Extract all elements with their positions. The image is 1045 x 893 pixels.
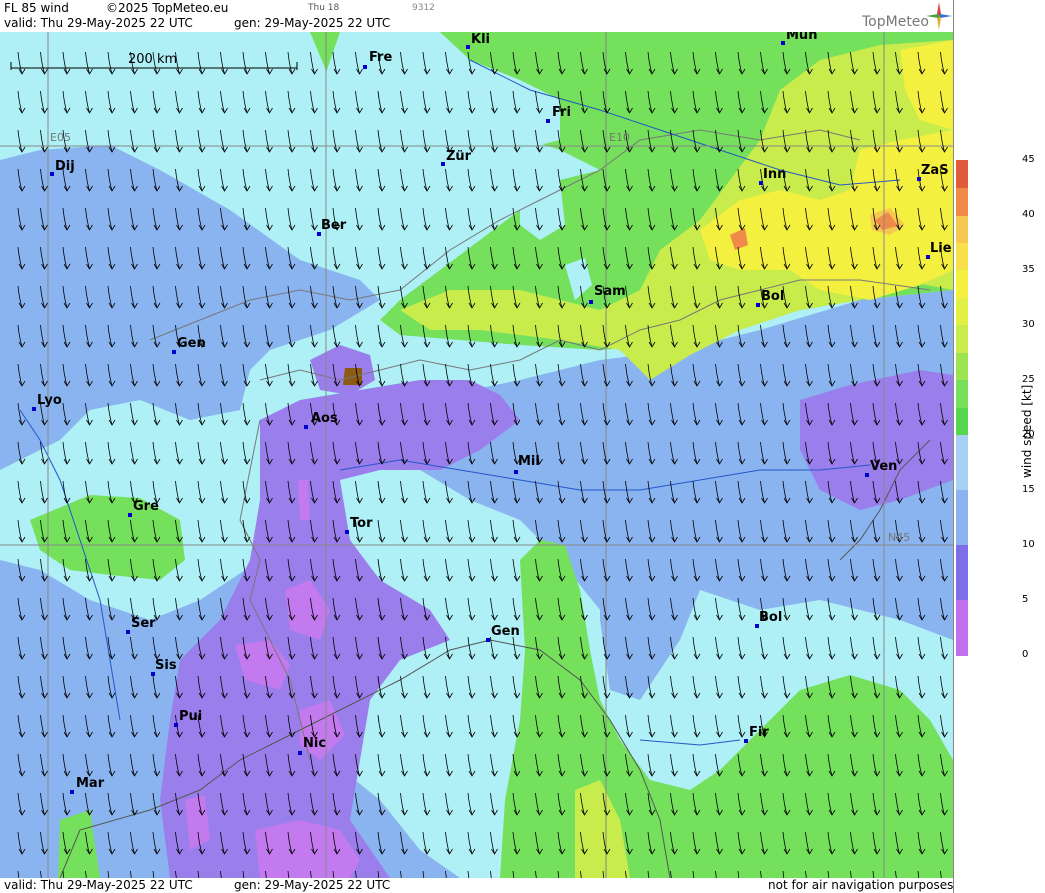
city-label[interactable]: Tor <box>350 516 372 531</box>
footer-generated-time: gen: 29-May-2025 22 UTC <box>234 878 391 892</box>
city-dot <box>174 723 178 727</box>
city-label[interactable]: Dij <box>55 159 75 174</box>
city-dot <box>781 41 785 45</box>
city-label[interactable]: Ven <box>870 459 897 474</box>
city-label[interactable]: Ber <box>321 218 346 233</box>
city-label[interactable]: Mar <box>76 776 104 791</box>
run-label: Thu 18 <box>308 3 340 13</box>
city-label[interactable]: Pui <box>179 709 202 724</box>
legend-tick: 10 <box>1022 539 1035 550</box>
map-title: FL 85 wind <box>4 1 69 15</box>
city-dot <box>345 530 349 534</box>
city-dot <box>589 300 593 304</box>
city-label[interactable]: Lyo <box>37 393 62 408</box>
generated-time: gen: 29-May-2025 22 UTC <box>234 16 391 30</box>
city-label[interactable]: Gen <box>491 624 520 639</box>
city-label[interactable]: Mil <box>518 454 540 469</box>
city-dot <box>546 119 550 123</box>
city-dot <box>514 470 518 474</box>
valid-time: valid: Thu 29-May-2025 22 UTC <box>4 16 193 30</box>
city-label[interactable]: Kli <box>471 32 490 47</box>
footer-valid-time: valid: Thu 29-May-2025 22 UTC <box>4 878 193 892</box>
city-dot <box>756 303 760 307</box>
city-label[interactable]: Fri <box>552 105 571 120</box>
map-header: FL 85 wind ©2025 TopMeteo.eu Thu 18 9312… <box>0 0 953 32</box>
legend-tick: 5 <box>1022 594 1029 605</box>
city-dot <box>466 45 470 49</box>
city-label[interactable]: Fir <box>749 725 769 740</box>
city-label[interactable]: Ser <box>131 616 156 631</box>
city-dot <box>298 751 302 755</box>
city-label[interactable]: Mun <box>786 32 817 43</box>
topmeteo-logo-text: TopMeteo <box>862 14 929 30</box>
legend-tick: 30 <box>1022 319 1035 330</box>
city-label[interactable]: Lie <box>930 241 952 256</box>
city-label[interactable]: Sis <box>155 658 177 673</box>
disclaimer-text: not for air navigation purposes <box>768 878 954 892</box>
city-label[interactable]: ZaS <box>921 163 949 178</box>
code-label: 9312 <box>412 3 435 13</box>
city-dot <box>50 172 54 176</box>
city-dot <box>172 350 176 354</box>
compass-logo-icon <box>926 2 952 30</box>
city-label[interactable]: Aos <box>311 411 338 426</box>
legend-tick: 15 <box>1022 484 1035 495</box>
grid-label-e10: E10 <box>609 131 630 144</box>
scale-label: 200 km <box>128 52 178 67</box>
city-label[interactable]: Fre <box>369 50 392 65</box>
city-label[interactable]: Bol <box>759 610 782 625</box>
city-label[interactable]: Sam <box>594 284 626 299</box>
legend-tick: 45 <box>1022 154 1035 165</box>
city-dot <box>363 65 367 69</box>
map-footer: valid: Thu 29-May-2025 22 UTC gen: 29-Ma… <box>0 878 953 893</box>
city-dot <box>126 630 130 634</box>
grid-label-e05: E05 <box>50 131 71 144</box>
city-dot <box>128 513 132 517</box>
legend-tick: 40 <box>1022 209 1035 220</box>
legend-tick: 35 <box>1022 264 1035 275</box>
city-dot <box>441 162 445 166</box>
city-label[interactable]: Gen <box>177 336 206 351</box>
legend-colorbar <box>956 160 968 656</box>
city-dot <box>304 425 308 429</box>
city-label[interactable]: Nic <box>303 736 326 751</box>
city-label[interactable]: Gre <box>133 499 159 514</box>
grid-label-n45: N45 <box>888 531 911 544</box>
city-dot <box>70 790 74 794</box>
city-dot <box>865 473 869 477</box>
wind-map[interactable]: 200 km E05 E10 N45 Kli Mun Fre Fri Dij Z… <box>0 32 953 878</box>
city-label[interactable]: Bol <box>761 289 784 304</box>
city-dot <box>486 638 490 642</box>
city-dot <box>744 739 748 743</box>
city-label[interactable]: Zür <box>446 149 471 164</box>
wind-field-svg <box>0 32 953 878</box>
legend-title: wind speed [kt] <box>1020 384 1034 478</box>
copyright-text: ©2025 TopMeteo.eu <box>106 1 229 15</box>
city-dot <box>32 407 36 411</box>
city-label[interactable]: Inn <box>763 167 786 182</box>
legend-tick: 0 <box>1022 649 1029 660</box>
